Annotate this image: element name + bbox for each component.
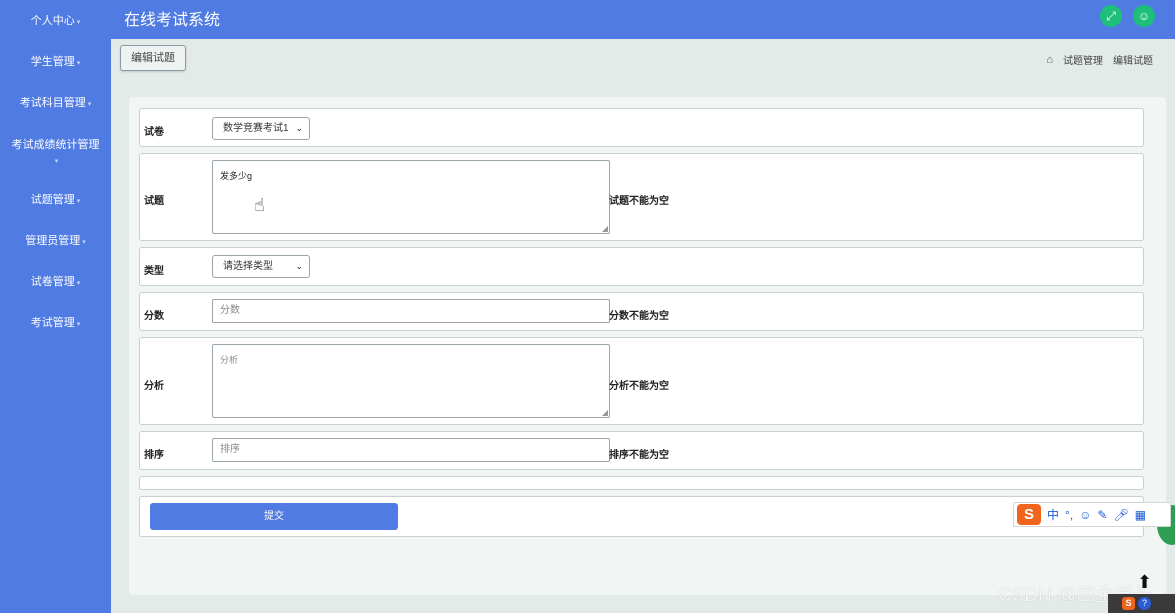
order-label: 排序 xyxy=(144,450,164,461)
sidebar-item-papers[interactable]: 试卷管理 ▾ xyxy=(0,275,111,291)
system-tray: S ? xyxy=(1108,594,1175,613)
sidebar-item-label: 考试管理 xyxy=(30,317,75,329)
caret-down-icon: ▾ xyxy=(54,158,59,165)
form-row-question: 试题 发多少g ◢ 试题不能为空 xyxy=(139,153,1144,241)
form-row-order: 排序 排序 排序不能为空 xyxy=(139,431,1144,470)
grid-icon[interactable]: ▦ xyxy=(1135,508,1146,522)
ime-mode[interactable]: 中 xyxy=(1047,506,1059,523)
sidebar: 个人中心 ▾ 学生管理 ▾ 考试科目管理 ▾ 考试成绩统计管理▾ 试题管理 ▾ 管理员管… xyxy=(0,0,111,613)
type-select[interactable]: 请选择类型 ⌄ xyxy=(212,255,310,278)
submit-button[interactable]: 提交 xyxy=(150,503,398,530)
caret-down-icon: ▾ xyxy=(76,280,81,287)
question-value: 发多少g xyxy=(220,171,253,181)
fullscreen-icon[interactable]: ⤢ xyxy=(1100,5,1122,27)
breadcrumb: ⌂ 试题管理 编辑试题 xyxy=(1046,52,1153,68)
sidebar-item-score-stats[interactable]: 考试成绩统计管理 ▾ xyxy=(0,138,111,169)
question-error: 试题不能为空 xyxy=(609,196,669,207)
sogou-logo-icon: S xyxy=(1017,504,1041,525)
home-icon[interactable]: ⌂ xyxy=(1046,54,1053,66)
sidebar-item-label: 学生管理 xyxy=(30,56,75,68)
breadcrumb-item[interactable]: 试题管理 xyxy=(1063,52,1103,67)
paper-select[interactable]: 数学竞赛考试1 ⌄ xyxy=(212,117,310,140)
caret-down-icon: ▾ xyxy=(87,101,92,108)
sidebar-item-label: 考试科目管理 xyxy=(19,97,86,109)
question-label: 试题 xyxy=(144,196,164,207)
sogou-tray-icon[interactable]: S xyxy=(1122,597,1135,610)
user-icon[interactable]: ☺ xyxy=(1133,5,1155,27)
page-title: 编辑试题 xyxy=(120,45,186,71)
form-row-score: 分数 分数 分数不能为空 xyxy=(139,292,1144,331)
type-label: 类型 xyxy=(144,266,164,277)
paper-select-value: 数学竞赛考试1 xyxy=(223,123,289,134)
form-row-submit: 提交 xyxy=(139,496,1144,537)
form-row-type: 类型 请选择类型 ⌄ xyxy=(139,247,1144,286)
order-placeholder: 排序 xyxy=(220,444,240,455)
analysis-error: 分析不能为空 xyxy=(609,381,669,392)
question-textarea[interactable]: 发多少g ◢ xyxy=(212,160,610,234)
sidebar-item-label: 试卷管理 xyxy=(30,276,75,288)
sidebar-item-students[interactable]: 学生管理 ▾ xyxy=(0,55,111,71)
breadcrumb-item: 编辑试题 xyxy=(1113,56,1153,67)
order-input[interactable]: 排序 xyxy=(212,438,610,462)
caret-down-icon: ▾ xyxy=(76,321,81,328)
caret-down-icon: ▾ xyxy=(82,239,86,246)
score-label: 分数 xyxy=(144,311,164,322)
analysis-placeholder: 分析 xyxy=(220,355,239,365)
form-row-paper: 试卷 数学竞赛考试1 ⌄ xyxy=(139,108,1144,147)
analysis-textarea[interactable]: 分析 ◢ xyxy=(212,344,610,418)
score-placeholder: 分数 xyxy=(220,305,240,316)
hand-pointer-icon: ☝ xyxy=(254,195,265,215)
help-icon[interactable]: ? xyxy=(1138,597,1151,610)
sidebar-item-profile[interactable]: 个人中心 ▾ xyxy=(0,14,111,30)
resize-grip-icon[interactable]: ◢ xyxy=(602,224,608,233)
score-error: 分数不能为空 xyxy=(609,311,669,322)
sidebar-item-label: 考试成绩统计管理 xyxy=(11,139,100,151)
caret-down-icon: ▾ xyxy=(76,19,81,26)
microphone-icon[interactable]: 🎤︎ xyxy=(1113,508,1128,522)
sidebar-item-label: 试题管理 xyxy=(30,194,75,206)
app-title: 在线考试系统 xyxy=(124,12,221,29)
caret-down-icon: ▾ xyxy=(76,198,81,205)
sidebar-item-questions[interactable]: 试题管理 ▾ xyxy=(0,193,111,209)
sidebar-item-label: 个人中心 xyxy=(30,15,75,27)
form-row-empty xyxy=(139,476,1144,490)
form-row-analysis: 分析 分析 ◢ 分析不能为空 xyxy=(139,337,1144,425)
score-input[interactable]: 分数 xyxy=(212,299,610,323)
paper-label: 试卷 xyxy=(144,127,164,138)
sidebar-item-exams[interactable]: 考试管理 ▾ xyxy=(0,316,111,332)
sidebar-item-subjects[interactable]: 考试科目管理 ▾ xyxy=(0,96,111,112)
ime-punct[interactable]: °, xyxy=(1065,508,1073,522)
chevron-down-icon: ⌄ xyxy=(295,261,303,271)
sidebar-item-admins[interactable]: 管理员管理 ▾ xyxy=(0,234,111,250)
arrow-up-icon[interactable]: ⬆ xyxy=(1137,572,1152,593)
resize-grip-icon[interactable]: ◢ xyxy=(602,408,608,417)
pen-icon[interactable]: ✎ xyxy=(1097,508,1107,522)
top-header: 在线考试系统 ⤢ ☺ xyxy=(111,0,1175,39)
emoji-icon[interactable]: ☺ xyxy=(1079,508,1091,522)
type-select-value: 请选择类型 xyxy=(223,261,273,272)
order-error: 排序不能为空 xyxy=(609,450,669,461)
ime-toolbar[interactable]: S 中 °, ☺ ✎ 🎤︎ ▦ xyxy=(1013,502,1171,527)
caret-down-icon: ▾ xyxy=(76,60,81,67)
analysis-label: 分析 xyxy=(144,381,164,392)
sidebar-item-label: 管理员管理 xyxy=(25,235,81,247)
chevron-down-icon: ⌄ xyxy=(295,123,303,133)
